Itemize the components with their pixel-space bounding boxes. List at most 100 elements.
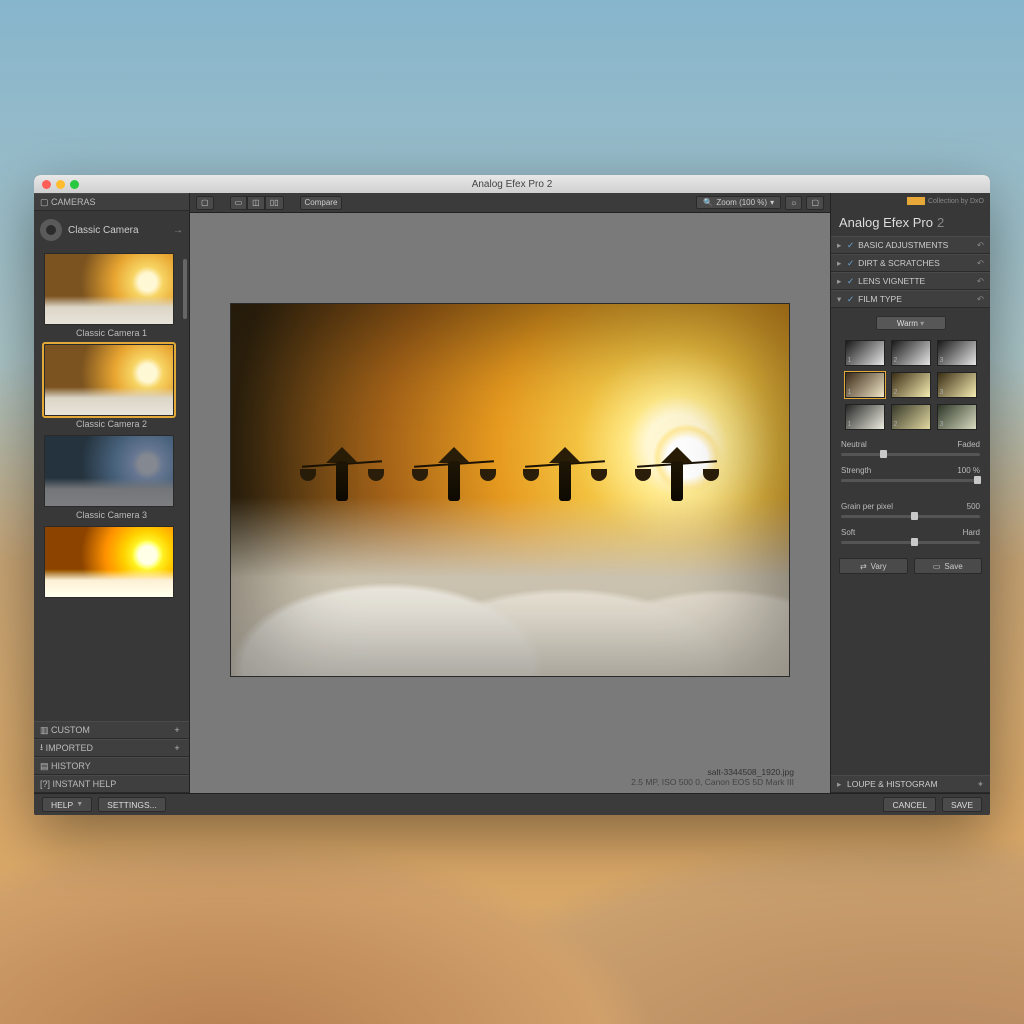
camera-kit-label: Classic Camera <box>68 225 139 236</box>
caret-right-icon: ▸ <box>837 779 843 790</box>
film-swatch[interactable]: 1 <box>845 404 885 430</box>
film-swatch[interactable]: 3 <box>937 340 977 366</box>
reset-icon[interactable]: ↶ <box>977 240 984 251</box>
preset-list: Classic Camera 1 Classic Camera 2 Classi… <box>34 249 189 721</box>
chevron-down-icon: ▼ <box>76 801 83 808</box>
film-swatch[interactable]: 3 <box>937 404 977 430</box>
film-swatch[interactable]: 1 <box>845 372 885 398</box>
light-mode-button[interactable]: ☼ <box>785 196 802 210</box>
toolbar: ▢ ▭ ◫ ▯▯ Compare 🔍 Zoom (100 %) ▾ ☼ ▢ <box>190 193 830 213</box>
vary-button[interactable]: ⇄Vary <box>839 558 908 574</box>
imported-section[interactable]: ⭳ IMPORTED+ <box>34 739 189 757</box>
image-footer: salt-3344508_1920.jpg 2.5 MP, ISO 500 0,… <box>190 767 830 793</box>
instant-help-section[interactable]: [?] INSTANT HELP <box>34 775 189 793</box>
reset-icon[interactable]: ↶ <box>977 294 984 305</box>
film-swatch[interactable]: 3 <box>937 372 977 398</box>
save-preset-button[interactable]: ▭Save <box>914 558 983 574</box>
app-window: Analog Efex Pro 2 ▢ CAMERAS Classic Came… <box>34 175 990 815</box>
preset-item[interactable]: Classic Camera 1 <box>44 253 179 338</box>
camera-icon: ▢ <box>40 197 49 208</box>
check-icon: ✓ <box>847 276 854 287</box>
single-view-button[interactable]: ▭ <box>230 196 248 210</box>
film-swatch[interactable]: 2 <box>891 372 931 398</box>
panel-right-toggle-button[interactable]: ▢ <box>806 196 824 210</box>
help-button[interactable]: HELP▼ <box>42 797 92 812</box>
vary-save-row: ⇄Vary ▭Save <box>839 558 982 574</box>
add-icon[interactable]: + <box>171 725 183 735</box>
view-mode-group: ▭ ◫ ▯▯ <box>230 196 284 210</box>
grain-slider: Grain per pixel500 <box>839 502 982 511</box>
cameras-header[interactable]: ▢ CAMERAS <box>34 193 189 211</box>
check-icon: ✓ <box>847 240 854 251</box>
search-icon: 🔍 <box>703 198 713 207</box>
loupe-histogram-section[interactable]: ▸LOUPE & HISTOGRAM✦ <box>831 775 990 793</box>
cancel-button[interactable]: CANCEL <box>883 797 935 812</box>
image-filename: salt-3344508_1920.jpg <box>190 767 794 777</box>
preset-item[interactable]: Classic Camera 3 <box>44 435 179 520</box>
preset-item[interactable]: Classic Camera 2 <box>44 344 179 429</box>
film-type-section[interactable]: ▾✓FILM TYPE↶ <box>831 290 990 308</box>
caret-down-icon: ▾ <box>837 294 843 305</box>
slider-track[interactable] <box>841 541 980 544</box>
preset-label: Classic Camera 3 <box>44 510 179 520</box>
zoom-select[interactable]: 🔍 Zoom (100 %) ▾ <box>696 196 781 209</box>
soft-hard-slider: SoftHard <box>839 528 982 537</box>
slider-track[interactable] <box>841 515 980 518</box>
titlebar: Analog Efex Pro 2 <box>34 175 990 193</box>
content-area: ▢ CAMERAS Classic Camera → Classic Camer… <box>34 193 990 793</box>
preset-label: Classic Camera 1 <box>44 328 179 338</box>
canvas-area[interactable] <box>190 213 830 767</box>
slider-track[interactable] <box>841 453 980 456</box>
preset-item[interactable] <box>44 526 179 598</box>
caret-right-icon: ▸ <box>837 276 843 287</box>
compare-button[interactable]: Compare <box>300 196 343 210</box>
preset-label: Classic Camera 2 <box>44 419 179 429</box>
save-button[interactable]: SAVE <box>942 797 982 812</box>
brand-text: Collection by DxO <box>928 198 984 205</box>
check-icon: ✓ <box>847 258 854 269</box>
neutral-faded-slider: NeutralFaded <box>839 440 982 449</box>
window-title: Analog Efex Pro 2 <box>34 179 990 190</box>
shuffle-icon: ⇄ <box>860 562 867 571</box>
right-panel: Collection by DxO Analog Efex Pro2 ▸✓BAS… <box>830 193 990 793</box>
add-icon[interactable]: + <box>171 743 183 753</box>
main-image <box>230 303 790 677</box>
panel-toggle-button[interactable]: ▢ <box>196 196 214 210</box>
left-bottom-sections: ▥ CUSTOM+ ⭳ IMPORTED+ ▤ HISTORY [?] INST… <box>34 721 189 793</box>
arrow-right-icon[interactable]: → <box>173 225 183 236</box>
footer: HELP▼ SETTINGS... CANCEL SAVE <box>34 793 990 815</box>
side-view-button[interactable]: ▯▯ <box>265 196 284 210</box>
panel-title: Analog Efex Pro2 <box>831 209 990 236</box>
dirt-scratches-section[interactable]: ▸✓DIRT & SCRATCHES↶ <box>831 254 990 272</box>
strength-slider: Strength100 % <box>839 466 982 475</box>
camera-kit-row[interactable]: Classic Camera → <box>34 211 189 249</box>
image-meta: 2.5 MP, ISO 500 0, Canon EOS 5D Mark III <box>190 777 794 787</box>
basic-adjustments-section[interactable]: ▸✓BASIC ADJUSTMENTS↶ <box>831 236 990 254</box>
left-panel: ▢ CAMERAS Classic Camera → Classic Camer… <box>34 193 190 793</box>
film-type-body: Warm ▾ 1 2 3 1 2 3 1 2 3 NeutralFaded St… <box>831 308 990 582</box>
reset-icon[interactable]: ↶ <box>977 258 984 269</box>
settings-button[interactable]: SETTINGS... <box>98 797 166 812</box>
cameras-label: CAMERAS <box>51 197 96 207</box>
slider-track[interactable] <box>841 479 980 482</box>
canvas-wrap: salt-3344508_1920.jpg 2.5 MP, ISO 500 0,… <box>190 213 830 793</box>
caret-right-icon: ▸ <box>837 240 843 251</box>
caret-right-icon: ▸ <box>837 258 843 269</box>
brand-row: Collection by DxO <box>831 193 990 209</box>
brand-chip-icon <box>907 197 925 205</box>
chevron-down-icon: ▾ <box>920 319 924 328</box>
film-swatch[interactable]: 2 <box>891 404 931 430</box>
center-panel: ▢ ▭ ◫ ▯▯ Compare 🔍 Zoom (100 %) ▾ ☼ ▢ <box>190 193 830 793</box>
reset-icon[interactable]: ↶ <box>977 276 984 287</box>
pin-icon[interactable]: ✦ <box>977 779 984 790</box>
scrollbar[interactable] <box>183 259 187 319</box>
chevron-down-icon: ▾ <box>770 198 774 207</box>
film-tone-select[interactable]: Warm ▾ <box>876 316 946 330</box>
film-swatch[interactable]: 2 <box>891 340 931 366</box>
lens-icon <box>40 219 62 241</box>
split-view-button[interactable]: ◫ <box>247 196 265 210</box>
lens-vignette-section[interactable]: ▸✓LENS VIGNETTE↶ <box>831 272 990 290</box>
film-swatch[interactable]: 1 <box>845 340 885 366</box>
history-section[interactable]: ▤ HISTORY <box>34 757 189 775</box>
custom-section[interactable]: ▥ CUSTOM+ <box>34 721 189 739</box>
